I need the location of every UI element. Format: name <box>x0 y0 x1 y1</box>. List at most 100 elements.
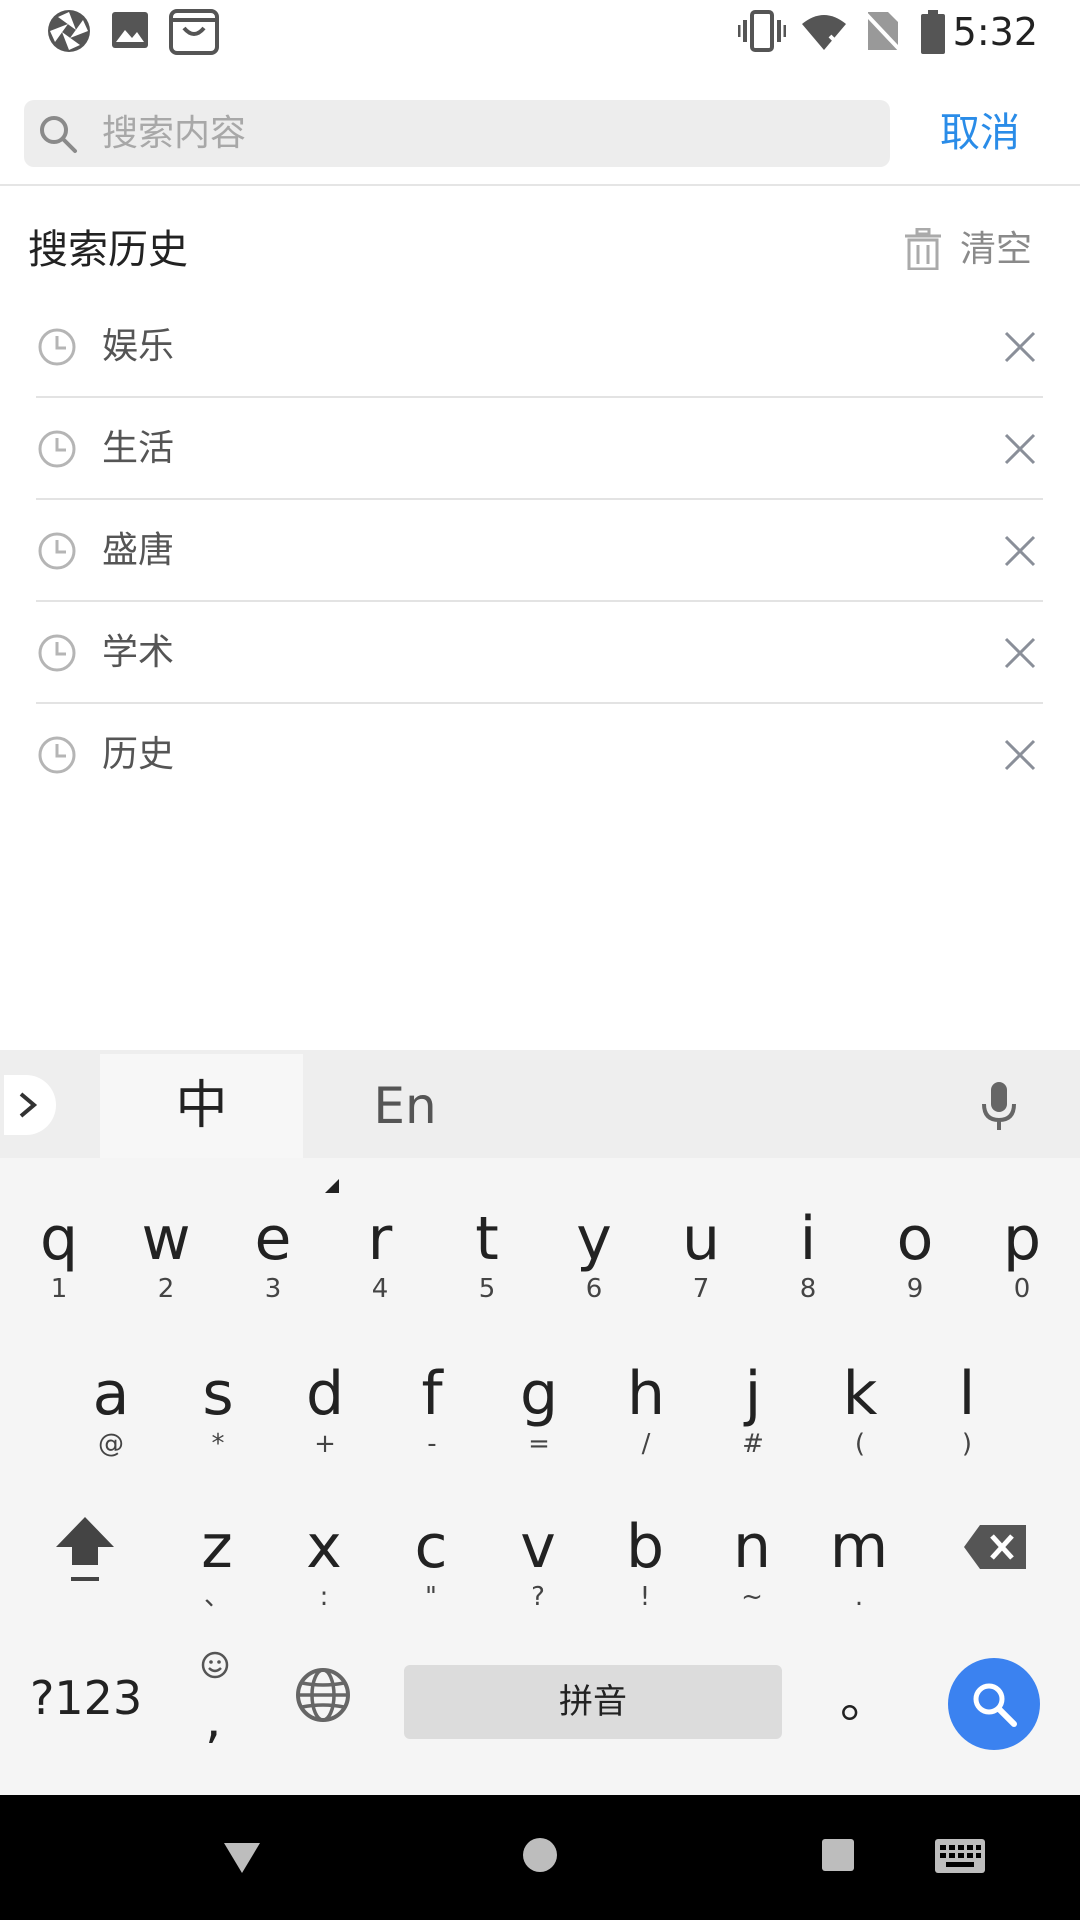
search-input[interactable]: 搜索内容 <box>24 100 890 167</box>
clock-icon <box>37 429 77 473</box>
key-secondary: * <box>211 1429 225 1459</box>
key-secondary: - <box>427 1429 437 1459</box>
history-item[interactable]: 生活 <box>0 398 1080 500</box>
key-letter: d <box>305 1359 345 1429</box>
key-q[interactable]: q1 <box>6 1190 112 1320</box>
key-letter: w <box>141 1204 191 1274</box>
history-item[interactable]: 学术 <box>0 602 1080 704</box>
period-key[interactable]: 。 <box>840 1660 890 1740</box>
key-r[interactable]: r4 <box>327 1190 433 1320</box>
key-i[interactable]: i8 <box>755 1190 861 1320</box>
microphone-icon[interactable] <box>976 1080 1022 1136</box>
key-x[interactable]: x: <box>271 1498 377 1628</box>
recents-icon[interactable] <box>821 1838 855 1876</box>
key-j[interactable]: j # <box>700 1345 806 1475</box>
keyboard-expand-button[interactable] <box>4 1075 56 1135</box>
key-letter: j <box>744 1359 762 1429</box>
key-c[interactable]: c " <box>378 1498 484 1628</box>
key-d[interactable]: d + <box>272 1345 378 1475</box>
key-secondary: 4 <box>371 1274 389 1304</box>
key-a[interactable]: a @ <box>58 1345 164 1475</box>
key-secondary: / <box>641 1429 651 1459</box>
space-key[interactable]: 拼音 <box>404 1665 782 1739</box>
key-secondary: ) <box>961 1429 973 1459</box>
search-icon <box>970 1680 1018 1732</box>
key-secondary: + <box>314 1429 336 1459</box>
history-item-label: 学术 <box>102 632 175 673</box>
key-letter: x <box>306 1512 342 1582</box>
key-secondary: 2 <box>157 1274 175 1304</box>
image-icon <box>110 10 150 54</box>
key-secondary: ? <box>531 1582 545 1612</box>
key-y[interactable]: y6 <box>541 1190 647 1320</box>
key-letter: g <box>519 1359 559 1429</box>
close-icon[interactable] <box>1002 737 1038 777</box>
key-w[interactable]: w2 <box>113 1190 219 1320</box>
emoji-icon[interactable] <box>200 1650 230 1684</box>
shopping-bag-icon <box>168 6 220 60</box>
key-v[interactable]: v? <box>485 1498 591 1628</box>
key-letter: k <box>842 1359 878 1429</box>
key-secondary: 7 <box>692 1274 710 1304</box>
search-icon <box>38 114 78 158</box>
close-icon[interactable] <box>1002 431 1038 471</box>
key-secondary: ~ <box>741 1582 763 1612</box>
key-letter: i <box>799 1204 817 1274</box>
key-l[interactable]: l) <box>914 1345 1020 1475</box>
history-item-label: 娱乐 <box>102 326 175 367</box>
key-secondary: : <box>319 1582 329 1612</box>
key-letter: s <box>202 1359 234 1429</box>
history-item[interactable]: 娱乐 <box>0 296 1080 398</box>
close-icon[interactable] <box>1002 329 1038 369</box>
key-e[interactable]: e3 <box>220 1190 326 1320</box>
key-n[interactable]: n ~ <box>699 1498 805 1628</box>
key-secondary: 0 <box>1013 1274 1031 1304</box>
wifi-icon <box>800 12 848 56</box>
key-p[interactable]: p0 <box>969 1190 1075 1320</box>
divider <box>0 184 1080 186</box>
close-icon[interactable] <box>1002 533 1038 573</box>
home-icon[interactable] <box>522 1837 558 1877</box>
key-letter: b <box>625 1512 665 1582</box>
cancel-button[interactable]: 取消 <box>940 100 1020 167</box>
history-item[interactable]: 历史 <box>0 704 1080 806</box>
key-t[interactable]: t5 <box>434 1190 540 1320</box>
back-icon[interactable] <box>222 1839 262 1879</box>
key-letter: m <box>829 1512 889 1582</box>
aperture-icon <box>46 8 92 58</box>
key-s[interactable]: s * <box>165 1345 271 1475</box>
comma-key[interactable]: , <box>205 1690 222 1750</box>
keyboard-search-button[interactable] <box>948 1658 1040 1750</box>
backspace-key[interactable] <box>962 1523 1028 1575</box>
key-g[interactable]: g = <box>486 1345 592 1475</box>
close-icon[interactable] <box>1002 635 1038 675</box>
soft-keyboard: 中 En q1w2e3r4t5y6u7i8o9p0 a @ s * d + f - g = h / j #… <box>0 1050 1080 1795</box>
key-h[interactable]: h / <box>593 1345 699 1475</box>
key-secondary: @ <box>98 1429 124 1459</box>
keyboard-tab-english[interactable]: En <box>330 1054 480 1158</box>
key-z[interactable]: z、 <box>164 1498 270 1628</box>
key-secondary: # <box>742 1429 764 1459</box>
key-letter: l <box>958 1359 976 1429</box>
key-secondary: 8 <box>799 1274 817 1304</box>
key-b[interactable]: b! <box>592 1498 698 1628</box>
battery-icon <box>920 10 946 58</box>
keyboard-tab-chinese[interactable]: 中 <box>100 1054 339 1193</box>
key-u[interactable]: u7 <box>648 1190 754 1320</box>
symbols-key[interactable]: ?123 <box>30 1658 142 1738</box>
key-k[interactable]: k( <box>807 1345 913 1475</box>
keyboard-switch-icon[interactable] <box>934 1838 986 1878</box>
status-bar: 5:32 <box>0 0 1080 63</box>
history-item-label: 历史 <box>102 734 175 775</box>
key-m[interactable]: m. <box>806 1498 912 1628</box>
key-secondary: = <box>528 1429 550 1459</box>
key-f[interactable]: f- <box>379 1345 485 1475</box>
key-secondary: ( <box>854 1429 866 1459</box>
key-o[interactable]: o9 <box>862 1190 968 1320</box>
history-item[interactable]: 盛唐 <box>0 500 1080 602</box>
key-letter: y <box>576 1204 612 1274</box>
globe-icon[interactable] <box>295 1667 351 1727</box>
clear-label: 清空 <box>960 229 1033 270</box>
key-letter: u <box>681 1204 721 1274</box>
shift-key[interactable] <box>50 1513 120 1589</box>
